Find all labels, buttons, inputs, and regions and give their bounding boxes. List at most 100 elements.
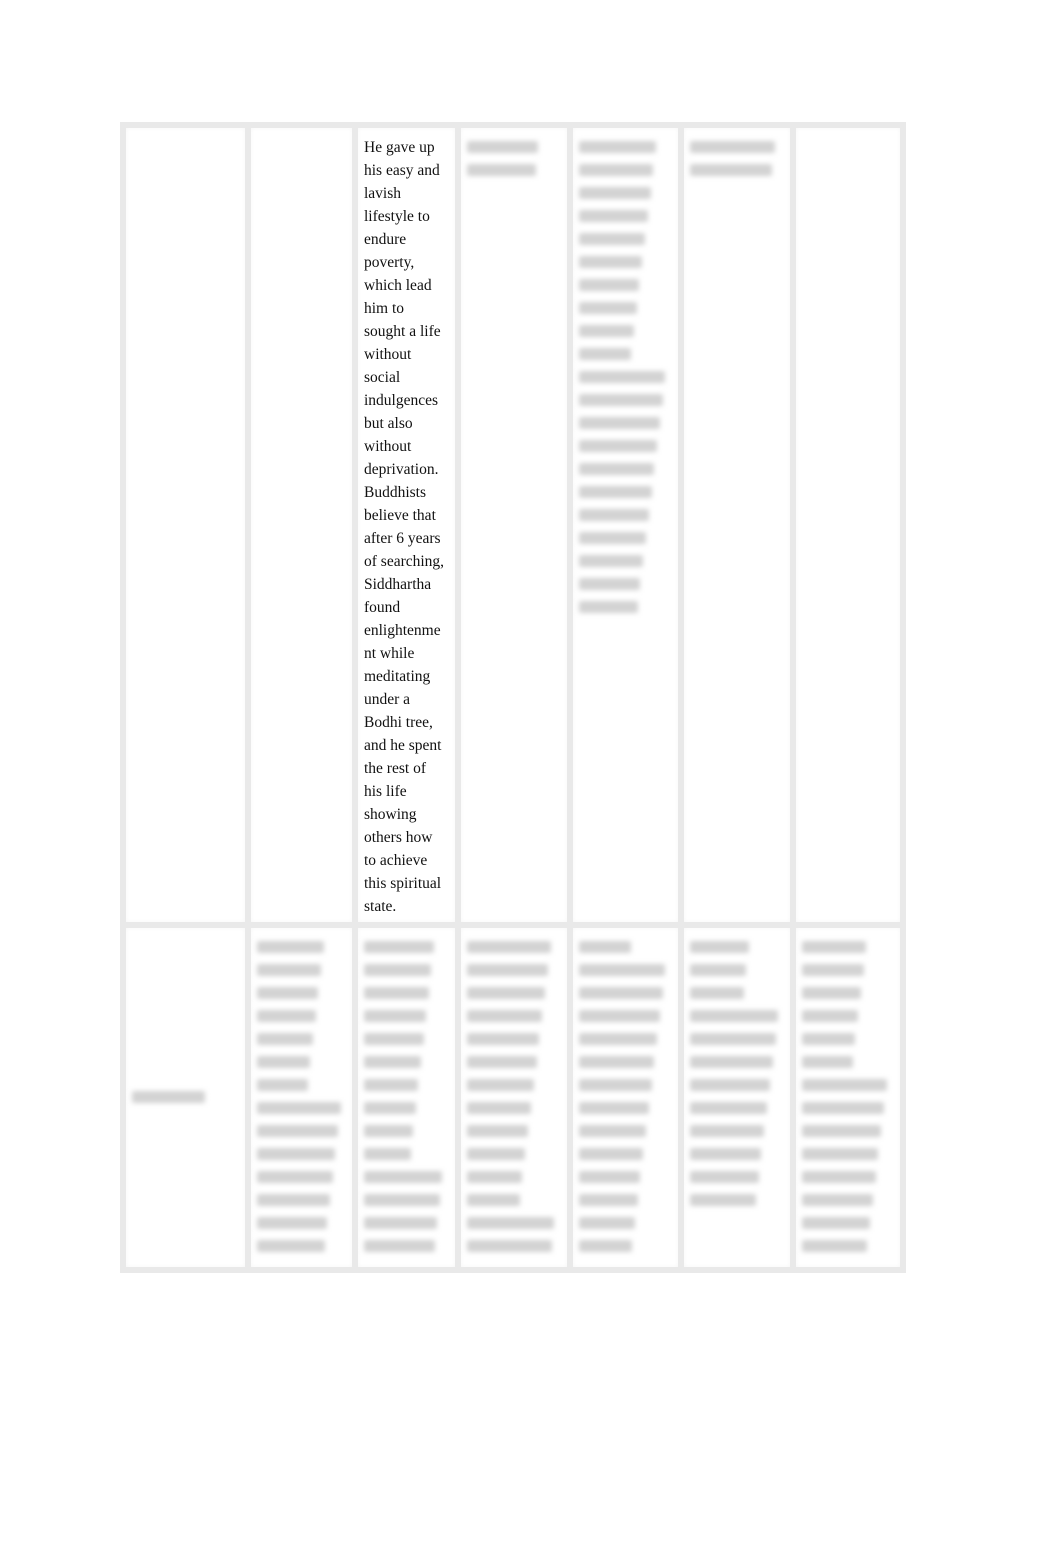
table-cell-r1c1	[120, 122, 251, 928]
blurred-line	[802, 941, 867, 953]
blurred-line	[579, 509, 649, 521]
blurred-line	[579, 302, 637, 314]
blurred-line	[690, 941, 750, 953]
blurred-text	[690, 141, 784, 176]
blurred-line	[364, 1217, 438, 1229]
blurred-line	[802, 1148, 879, 1160]
table-cell-r1c3: He gave up his easy and lavish lifestyle…	[352, 122, 461, 928]
blurred-line	[579, 578, 641, 590]
blurred-line	[364, 1148, 411, 1160]
blurred-line	[690, 1056, 773, 1068]
blurred-text	[364, 941, 449, 1252]
blurred-line	[690, 141, 775, 153]
blurred-line	[802, 1217, 871, 1229]
blurred-line	[579, 348, 632, 360]
blurred-line	[257, 1125, 338, 1137]
blurred-line	[257, 1056, 311, 1068]
blurred-line	[467, 1125, 529, 1137]
table-cell-r2c6	[678, 922, 796, 1273]
blurred-line	[467, 1079, 534, 1091]
blurred-line	[257, 1217, 328, 1229]
blurred-line	[579, 1148, 644, 1160]
blurred-line	[579, 371, 666, 383]
blurred-line	[579, 1171, 641, 1183]
blurred-line	[257, 964, 322, 976]
blurred-line	[802, 987, 861, 999]
blurred-line	[579, 463, 655, 475]
blurred-line	[364, 1194, 440, 1206]
blurred-line	[690, 1010, 779, 1022]
buddha-description-text: He gave up his easy and lavish lifestyle…	[364, 139, 445, 915]
blurred-line	[467, 1102, 531, 1114]
blurred-line	[802, 1033, 856, 1045]
blurred-line	[690, 987, 744, 999]
table-cell-r1c4	[455, 122, 573, 928]
blurred-line	[364, 1033, 424, 1045]
blurred-line	[579, 532, 646, 544]
blurred-line	[257, 1079, 308, 1091]
blurred-line	[579, 1194, 638, 1206]
blurred-line	[257, 987, 319, 999]
table-cell-r1c6	[678, 122, 796, 928]
blurred-line	[257, 1148, 336, 1160]
content-table: He gave up his easy and lavish lifestyle…	[120, 122, 906, 1273]
blurred-line	[257, 1240, 325, 1252]
blurred-line	[467, 941, 551, 953]
blurred-line	[364, 987, 429, 999]
blurred-line	[257, 1010, 316, 1022]
blurred-line	[257, 1171, 333, 1183]
blurred-line	[364, 1079, 419, 1091]
blurred-line	[364, 1056, 421, 1068]
blurred-text	[132, 1090, 239, 1103]
blurred-line	[467, 1240, 552, 1252]
table-row	[120, 922, 906, 1273]
blurred-line	[579, 1056, 655, 1068]
blurred-line	[579, 1010, 660, 1022]
table-cell-r2c5	[567, 922, 684, 1273]
table-cell-r1c2	[245, 122, 358, 928]
blurred-line	[257, 941, 324, 953]
blurred-line	[467, 164, 536, 176]
blurred-line	[690, 1148, 762, 1160]
blurred-line	[579, 1102, 649, 1114]
blurred-line	[579, 417, 660, 429]
blurred-line	[467, 1056, 537, 1068]
blurred-line	[579, 233, 646, 245]
blurred-line	[257, 1033, 314, 1045]
table-cell-r2c7	[790, 922, 906, 1273]
blurred-line	[467, 1010, 543, 1022]
blurred-line	[690, 1102, 768, 1114]
blurred-line	[802, 1240, 868, 1252]
blurred-line	[579, 187, 651, 199]
blurred-line	[467, 141, 539, 153]
blurred-line	[690, 1033, 776, 1045]
table-cell-r2c2	[245, 922, 358, 1273]
blurred-text	[802, 941, 894, 1252]
document-page: He gave up his easy and lavish lifestyle…	[0, 0, 1062, 1556]
blurred-line	[364, 964, 432, 976]
blurred-line	[579, 394, 663, 406]
blurred-line	[579, 486, 652, 498]
blurred-line	[579, 1217, 635, 1229]
blurred-line	[364, 941, 434, 953]
table-cell-r2c3	[352, 922, 461, 1273]
content-table-wrapper: He gave up his easy and lavish lifestyle…	[120, 122, 906, 1273]
blurred-line	[690, 1171, 759, 1183]
blurred-line	[364, 1010, 427, 1022]
blurred-text	[257, 941, 346, 1252]
blurred-line	[467, 1171, 523, 1183]
blurred-line	[802, 1010, 859, 1022]
blurred-line	[579, 987, 663, 999]
table-cell-r1c5	[567, 122, 684, 928]
blurred-line	[802, 1079, 887, 1091]
blurred-line	[690, 1194, 756, 1206]
blurred-line	[690, 1079, 770, 1091]
blurred-line	[364, 1171, 443, 1183]
blurred-line	[467, 1217, 555, 1229]
blurred-line	[802, 1194, 873, 1206]
table-row: He gave up his easy and lavish lifestyle…	[120, 122, 906, 928]
table-cell-r1c7	[790, 122, 906, 928]
blurred-line	[579, 1240, 632, 1252]
blurred-line	[802, 1125, 882, 1137]
blurred-line	[467, 1033, 540, 1045]
